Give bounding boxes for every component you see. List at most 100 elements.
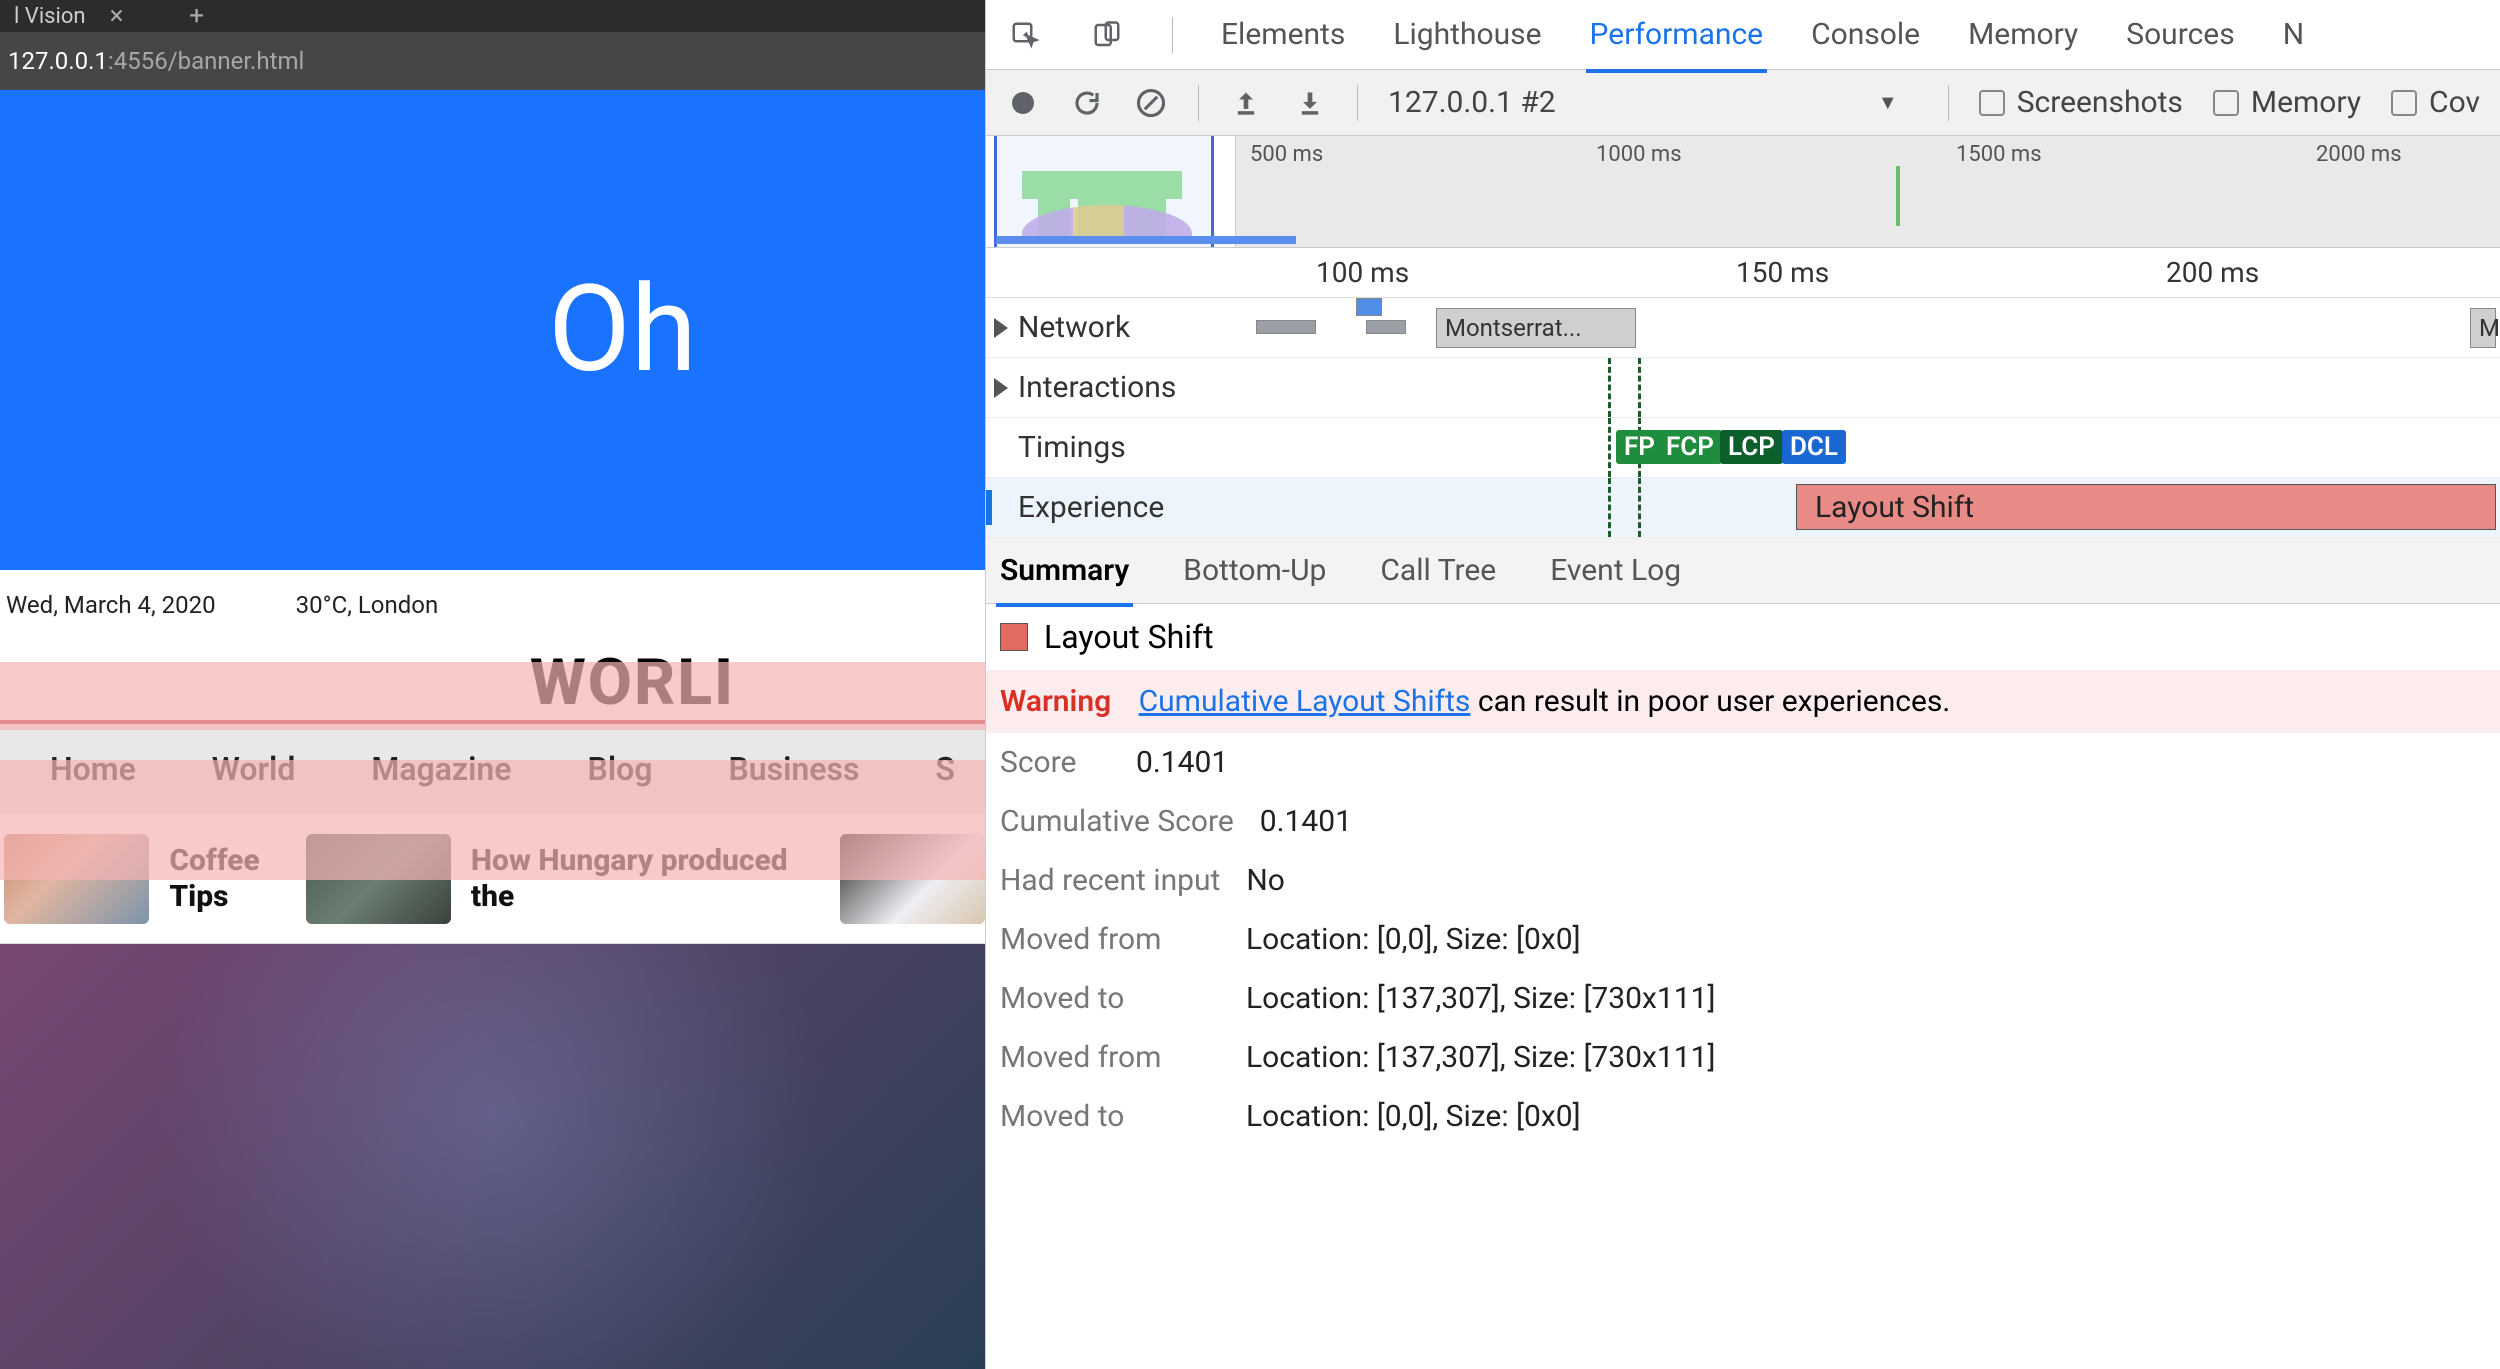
- panel-elements[interactable]: Elements: [1221, 17, 1345, 52]
- timeline-overview[interactable]: 500 ms 1000 ms 1500 ms 2000 ms: [986, 136, 2500, 248]
- track-timings[interactable]: Timings FP FCP LCP DCL: [986, 418, 2500, 478]
- page-date: Wed, March 4, 2020: [6, 591, 216, 619]
- devtools-panel-tabs: Elements Lighthouse Performance Console …: [986, 0, 2500, 70]
- detail-value: 0.1401: [1136, 745, 1228, 780]
- timing-marker-line: [1608, 478, 1611, 537]
- detail-value: 0.1401: [1260, 804, 1352, 839]
- timing-marker-line: [1638, 478, 1641, 537]
- overview-ruler: 500 ms 1000 ms 1500 ms 2000 ms: [1236, 136, 2500, 247]
- timing-pill-lcp[interactable]: LCP: [1720, 430, 1783, 464]
- expand-icon[interactable]: [994, 318, 1008, 338]
- network-bar[interactable]: [1356, 298, 1382, 316]
- separator: [1198, 85, 1199, 121]
- ruler-tick: 100 ms: [1316, 256, 1409, 289]
- recording-select[interactable]: 127.0.0.1 #2 ▼: [1388, 85, 1918, 120]
- ruler-tick: 500 ms: [1250, 142, 1323, 167]
- info-bar: Wed, March 4, 2020 30°C, London: [0, 570, 985, 640]
- timing-pill-fp[interactable]: FP: [1616, 430, 1663, 464]
- detail-value: Location: [0,0], Size: [0x0]: [1246, 922, 1581, 957]
- panel-console[interactable]: Console: [1811, 17, 1920, 52]
- memory-label: Memory: [2251, 85, 2361, 120]
- detail-row: Had recent inputNo: [986, 851, 2500, 910]
- page-weather: 30°C, London: [296, 591, 439, 619]
- detail-row: Moved from Location: [137,307], Size: [73…: [986, 1028, 2500, 1087]
- layout-shift-bar[interactable]: Layout Shift: [1796, 484, 2496, 530]
- coverage-checkbox[interactable]: Cov: [2391, 85, 2480, 120]
- screenshots-label: Screenshots: [2017, 85, 2183, 120]
- chevron-down-icon: ▼: [1878, 90, 1918, 115]
- ruler-tick: 2000 ms: [2316, 142, 2402, 167]
- details-tabs: Summary Bottom-Up Call Tree Event Log: [986, 538, 2500, 604]
- download-icon[interactable]: [1293, 86, 1327, 120]
- network-bar[interactable]: [1366, 320, 1406, 334]
- close-icon[interactable]: ×: [102, 1, 132, 31]
- detail-row: Moved to Location: [0,0], Size: [0x0]: [986, 1087, 2500, 1146]
- track-interactions[interactable]: Interactions: [986, 358, 2500, 418]
- panel-lighthouse[interactable]: Lighthouse: [1393, 17, 1541, 52]
- track-experience[interactable]: Experience Layout Shift: [986, 478, 2500, 538]
- detail-key: Had recent input: [1000, 863, 1220, 898]
- panel-more[interactable]: N: [2283, 17, 2304, 52]
- panel-performance[interactable]: Performance: [1590, 17, 1764, 52]
- detail-key: Moved from: [1000, 922, 1220, 957]
- browser-tab[interactable]: l Vision: [6, 4, 94, 29]
- detail-value: Location: [0,0], Size: [0x0]: [1246, 1099, 1581, 1134]
- network-bar[interactable]: M: [2470, 308, 2496, 348]
- tab-summary[interactable]: Summary: [1000, 553, 1129, 588]
- panel-sources[interactable]: Sources: [2126, 17, 2234, 52]
- flame-ruler: 100 ms 150 ms 200 ms: [986, 248, 2500, 298]
- hero-image: [0, 944, 985, 1369]
- network-bar[interactable]: Montserrat...: [1436, 308, 1636, 348]
- memory-checkbox[interactable]: Memory: [2213, 85, 2361, 120]
- timing-pill-fcp[interactable]: FCP: [1658, 430, 1722, 464]
- detail-swatch: [1000, 623, 1028, 651]
- track-network[interactable]: Network Montserrat... M: [986, 298, 2500, 358]
- overview-minimap[interactable]: [986, 136, 1236, 247]
- timing-marker-line: [1608, 358, 1611, 417]
- ruler-tick: 1000 ms: [1596, 142, 1682, 167]
- performance-toolbar: 127.0.0.1 #2 ▼ Screenshots Memory Cov: [986, 70, 2500, 136]
- detail-warning: Warning Cumulative Layout Shifts can res…: [986, 670, 2500, 733]
- page-banner: Oh: [0, 90, 985, 570]
- detail-title-text: Layout Shift: [1044, 618, 1214, 656]
- detail-row: Moved from Location: [0,0], Size: [0x0]: [986, 910, 2500, 969]
- device-toggle-icon[interactable]: [1090, 18, 1124, 52]
- reload-icon[interactable]: [1070, 86, 1104, 120]
- network-bar[interactable]: [1256, 320, 1316, 334]
- tab-event-log[interactable]: Event Log: [1550, 553, 1681, 588]
- ruler-tick: 200 ms: [2166, 256, 2259, 289]
- tab-bottom-up[interactable]: Bottom-Up: [1183, 553, 1326, 588]
- detail-key: Score: [1000, 745, 1110, 780]
- address-bar[interactable]: 127.0.0.1:4556/banner.html: [0, 32, 985, 90]
- url-host: 127.0.0.1: [8, 47, 108, 75]
- detail-key: Moved to: [1000, 981, 1220, 1016]
- cls-link[interactable]: Cumulative Layout Shifts: [1139, 684, 1471, 719]
- track-label: Network: [1018, 310, 1130, 345]
- rendered-page: l Vision × + 127.0.0.1:4556/banner.html …: [0, 0, 985, 1369]
- banner-text: Oh: [548, 260, 697, 400]
- tab-call-tree[interactable]: Call Tree: [1380, 553, 1496, 588]
- selected-range[interactable]: [994, 136, 1214, 247]
- detail-key: Moved to: [1000, 1099, 1220, 1134]
- record-icon[interactable]: [1006, 86, 1040, 120]
- timing-pill-dcl[interactable]: DCL: [1782, 430, 1846, 464]
- new-tab-icon[interactable]: +: [182, 1, 212, 31]
- inspect-icon[interactable]: [1008, 18, 1042, 52]
- warning-text: can result in poor user experiences.: [1470, 684, 1950, 719]
- panel-memory[interactable]: Memory: [1968, 17, 2078, 52]
- detail-row: Score 0.1401: [986, 733, 2500, 792]
- detail-key: Moved from: [1000, 1040, 1220, 1075]
- detail-title: Layout Shift: [986, 604, 2500, 670]
- upload-icon[interactable]: [1229, 86, 1263, 120]
- timing-marker-line: [1638, 358, 1641, 417]
- layout-shift-overlay: [0, 662, 985, 730]
- expand-icon[interactable]: [994, 378, 1008, 398]
- layout-shift-overlay: [0, 760, 985, 880]
- clear-icon[interactable]: [1134, 86, 1168, 120]
- recording-select-label: 127.0.0.1 #2: [1388, 85, 1556, 120]
- detail-value: Location: [137,307], Size: [730x111]: [1246, 1040, 1715, 1075]
- screenshots-checkbox[interactable]: Screenshots: [1979, 85, 2183, 120]
- separator: [1948, 85, 1949, 121]
- track-label: Experience: [1018, 490, 1164, 525]
- url-path: :4556/banner.html: [108, 47, 304, 75]
